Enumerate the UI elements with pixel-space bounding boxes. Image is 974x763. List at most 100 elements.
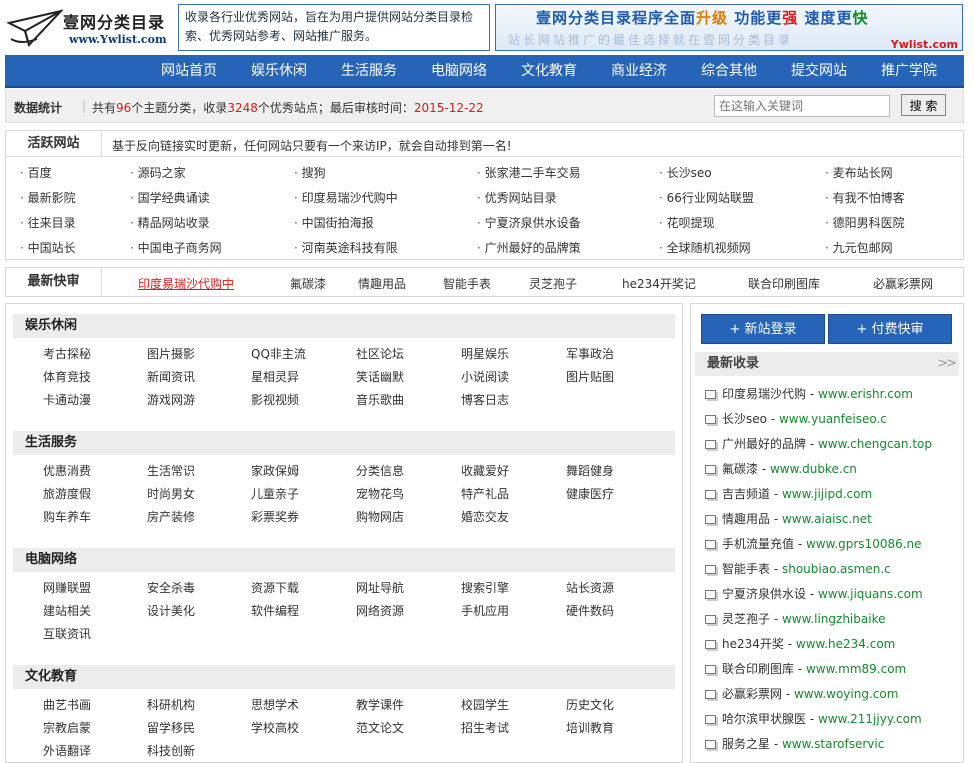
category-link[interactable]: 分类信息 [356,462,404,479]
category-link[interactable]: 音乐歌曲 [356,391,404,408]
active-link[interactable]: 麦布站长网 [825,164,893,181]
active-link[interactable]: 精品网站收录 [130,214,210,231]
category-link[interactable]: 博客日志 [461,391,509,408]
category-link[interactable]: 社区论坛 [356,345,404,362]
nav-submit[interactable]: 提交网站 [775,55,863,86]
active-link[interactable]: 宁夏济泉供水设备 [477,214,581,231]
category-link[interactable]: 科技创新 [147,742,195,759]
category-link[interactable]: 婚恋交友 [461,508,509,525]
site-logo[interactable]: 壹网分类目录 www.Ywlist.com [5,5,173,51]
category-link[interactable]: 历史文化 [566,696,614,713]
category-link[interactable]: 军事政治 [566,345,614,362]
category-link[interactable]: 硬件数码 [566,602,614,619]
category-link[interactable]: 外语翻译 [43,742,91,759]
latest-item[interactable]: 氟碳漆 - www.dubke.cn [705,459,857,479]
paid-review-button[interactable]: + 付费快审 [828,314,952,344]
category-link[interactable]: 时尚男女 [147,485,195,502]
active-link[interactable]: 最新影院 [20,189,76,206]
category-link[interactable]: 学校高校 [251,719,299,736]
category-link[interactable]: 购车养车 [43,508,91,525]
active-link[interactable]: 广州最好的品牌策 [477,239,581,256]
nav-life[interactable]: 生活服务 [325,55,413,86]
category-link[interactable]: 建站相关 [43,602,91,619]
active-link[interactable]: 有我不怕博客 [825,189,905,206]
category-link[interactable]: 旅游度假 [43,485,91,502]
category-link[interactable]: 网址导航 [356,579,404,596]
category-link[interactable]: 软件编程 [251,602,299,619]
active-link[interactable]: 搜狗 [294,164,326,181]
category-link[interactable]: 图片摄影 [147,345,195,362]
latest-item[interactable]: 必赢彩票网 - www.woying.com [705,684,898,704]
nav-business[interactable]: 商业经济 [595,55,683,86]
category-link[interactable]: 新闻资讯 [147,368,195,385]
category-link[interactable]: 网赚联盟 [43,579,91,596]
category-link[interactable]: 收藏爱好 [461,462,509,479]
category-link[interactable]: 特产礼品 [461,485,509,502]
latest-item[interactable]: 灵芝孢子 - www.lingzhibaike [705,609,885,629]
latest-item[interactable]: 手机流量充值 - www.gprs10086.ne [705,534,922,554]
active-link[interactable]: 百度 [20,164,52,181]
category-link[interactable]: 彩票奖券 [251,508,299,525]
quick-review-link[interactable]: 联合印刷图库 [748,275,820,292]
nav-entertainment[interactable]: 娱乐休闲 [235,55,323,86]
quick-review-link[interactable]: 印度易瑞沙代购中 [138,275,234,292]
active-link[interactable]: 全球随机视频网 [659,239,751,256]
category-link[interactable]: 范文论文 [356,719,404,736]
active-link[interactable]: 中国站长 [20,239,76,256]
category-link[interactable]: 游戏网游 [147,391,195,408]
category-link[interactable]: 影视视频 [251,391,299,408]
latest-item[interactable]: 联合印刷图库 - www.mm89.com [705,659,906,679]
active-link[interactable]: 66行业网站联盟 [659,189,754,206]
nav-academy[interactable]: 推广学院 [865,55,953,86]
category-link[interactable]: 购物网店 [356,508,404,525]
active-link[interactable]: 源码之家 [130,164,186,181]
latest-item[interactable]: 服务之星 - www.starofservic [705,734,884,754]
category-link[interactable]: 科研机构 [147,696,195,713]
category-link[interactable]: 设计美化 [147,602,195,619]
category-link[interactable]: 舞蹈健身 [566,462,614,479]
category-link[interactable]: 校园学生 [461,696,509,713]
category-link[interactable]: 站长资源 [566,579,614,596]
latest-item[interactable]: 宁夏济泉供水设 - www.jiquans.com [705,584,923,604]
quick-review-link[interactable]: 必赢彩票网 [873,275,933,292]
search-button[interactable]: 搜 索 [901,94,946,116]
category-link[interactable]: 宠物花鸟 [356,485,404,502]
category-link[interactable]: QQ非主流 [251,345,306,362]
category-link[interactable]: 图片贴图 [566,368,614,385]
active-link[interactable]: 印度易瑞沙代购中 [294,189,398,206]
category-link[interactable]: 安全杀毒 [147,579,195,596]
latest-item[interactable]: 印度易瑞沙代购 - www.erishr.com [705,384,913,404]
category-link[interactable]: 曲艺书画 [43,696,91,713]
category-link[interactable]: 家政保姆 [251,462,299,479]
active-link[interactable]: 优秀网站目录 [477,189,557,206]
category-link[interactable]: 健康医疗 [566,485,614,502]
search-input[interactable] [714,95,890,117]
category-link[interactable]: 明星娱乐 [461,345,509,362]
latest-item[interactable]: 哈尔滨甲状腺医 - www.211jjyy.com [705,709,922,729]
latest-item[interactable]: he234开奖 - www.he234.com [705,634,895,654]
active-link[interactable]: 张家港二手车交易 [477,164,581,181]
nav-home[interactable]: 网站首页 [145,55,233,86]
quick-review-link[interactable]: 灵芝孢子 [529,275,577,292]
active-link[interactable]: 河南英途科技有限 [294,239,398,256]
quick-review-link[interactable]: 智能手表 [443,275,491,292]
category-link[interactable]: 培训教育 [566,719,614,736]
category-link[interactable]: 宗教启蒙 [43,719,91,736]
new-site-button[interactable]: + 新站登录 [701,314,825,344]
active-link[interactable]: 中国电子商务网 [130,239,222,256]
category-link[interactable]: 星相灵异 [251,368,299,385]
category-link[interactable]: 优惠消费 [43,462,91,479]
category-link[interactable]: 资源下载 [251,579,299,596]
active-link[interactable]: 国学经典诵读 [130,189,210,206]
category-link[interactable]: 笑话幽默 [356,368,404,385]
active-link[interactable]: 长沙seo [659,164,712,181]
latest-item[interactable]: 吉吉频道 - www.jijipd.com [705,484,872,504]
category-link[interactable]: 搜索引擎 [461,579,509,596]
active-link[interactable]: 德阳男科医院 [825,214,905,231]
promo-banner[interactable]: 壹网分类目录程序全面升级 功能更强 速度更快 站长网站推广的最佳选择就在壹网分类… [495,4,963,51]
category-link[interactable]: 房产装修 [147,508,195,525]
latest-item[interactable]: 智能手表 - shoubiao.asmen.c [705,559,891,579]
nav-other[interactable]: 综合其他 [685,55,773,86]
category-link[interactable]: 小说阅读 [461,368,509,385]
nav-education[interactable]: 文化教育 [505,55,593,86]
